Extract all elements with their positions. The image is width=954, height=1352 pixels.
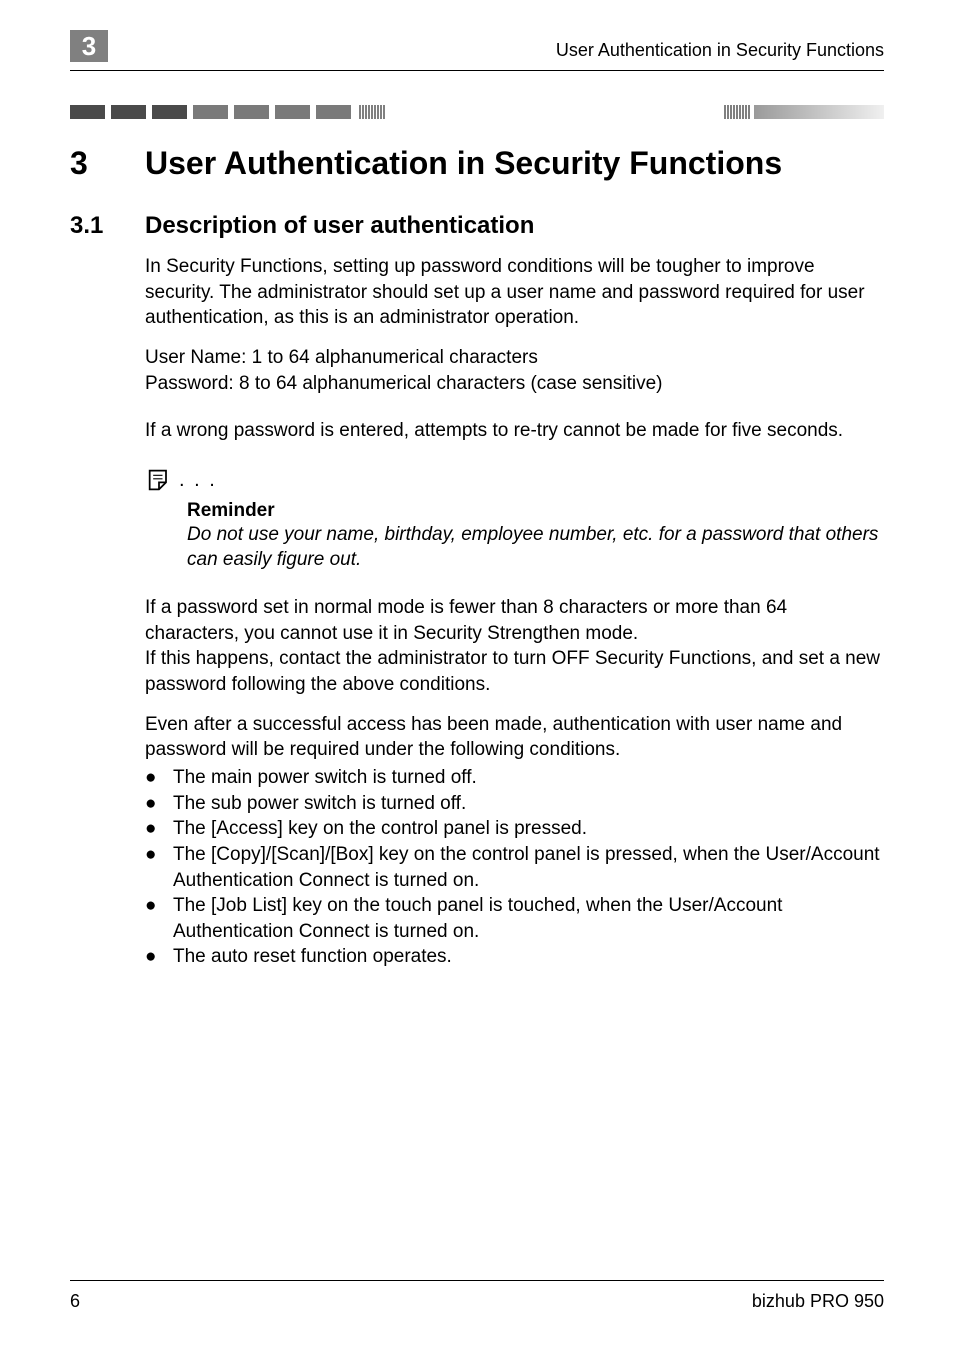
- bar-segment: [316, 105, 351, 119]
- chapter-marker-number: 3: [82, 31, 96, 62]
- list-item: ●The [Copy]/[Scan]/[Box] key on the cont…: [145, 842, 884, 893]
- bullet-list: ●The main power switch is turned off. ●T…: [70, 765, 884, 970]
- decorative-bar-right: [722, 105, 884, 119]
- chapter-title-number: 3: [70, 145, 145, 182]
- section-heading: 3.1 Description of user authentication: [70, 212, 884, 240]
- bullet-icon: ●: [145, 765, 173, 791]
- bar-segment: [70, 105, 105, 119]
- footer-rule: [70, 1280, 884, 1281]
- header-rule: [70, 70, 884, 71]
- reminder-dots: . . .: [179, 469, 217, 494]
- list-item: ●The [Job List] key on the touch panel i…: [145, 893, 884, 944]
- product-name: bizhub PRO 950: [752, 1291, 884, 1312]
- list-item-text: The sub power switch is turned off.: [173, 791, 466, 817]
- list-item: ●The auto reset function operates.: [145, 944, 884, 970]
- list-item-text: The [Copy]/[Scan]/[Box] key on the contr…: [173, 842, 884, 893]
- bar-segment: [234, 105, 269, 119]
- note-icon: [145, 466, 173, 494]
- page-number: 6: [70, 1291, 80, 1312]
- bar-gradient: [754, 105, 884, 119]
- running-header: User Authentication in Security Function…: [556, 40, 884, 61]
- section-title: Description of user authentication: [145, 212, 534, 240]
- bar-segment: [275, 105, 310, 119]
- list-item: ●The [Access] key on the control panel i…: [145, 816, 884, 842]
- decorative-bar-left: [70, 105, 385, 119]
- list-item: ●The sub power switch is turned off.: [145, 791, 884, 817]
- bar-barcode: [724, 105, 750, 119]
- chapter-title-text: User Authentication in Security Function…: [145, 145, 884, 182]
- list-item-text: The [Job List] key on the touch panel is…: [173, 893, 884, 944]
- paragraph-line: If this happens, contact the administrat…: [145, 648, 880, 695]
- reminder-label: Reminder: [145, 500, 884, 522]
- reminder-text: Do not use your name, birthday, employee…: [145, 522, 884, 573]
- paragraph-line: If a password set in normal mode is fewe…: [145, 597, 787, 644]
- page-footer: 6 bizhub PRO 950: [70, 1280, 884, 1312]
- list-item-text: The [Access] key on the control panel is…: [173, 816, 587, 842]
- paragraph: If a password set in normal mode is fewe…: [70, 595, 884, 698]
- bullet-icon: ●: [145, 791, 173, 817]
- list-item-text: The auto reset function operates.: [173, 944, 452, 970]
- paragraph-line: Password: 8 to 64 alphanumerical charact…: [145, 373, 662, 394]
- paragraph: In Security Functions, setting up passwo…: [70, 254, 884, 331]
- bar-segment: [193, 105, 228, 119]
- bar-segment: [152, 105, 187, 119]
- bar-barcode: [359, 105, 385, 119]
- section-number: 3.1: [70, 212, 145, 240]
- list-item-text: The main power switch is turned off.: [173, 765, 477, 791]
- list-item: ●The main power switch is turned off.: [145, 765, 884, 791]
- bullet-icon: ●: [145, 816, 173, 842]
- bar-segment: [111, 105, 146, 119]
- chapter-title: 3 User Authentication in Security Functi…: [70, 145, 884, 182]
- bullet-icon: ●: [145, 842, 173, 868]
- paragraph: Even after a successful access has been …: [70, 712, 884, 763]
- paragraph: If a wrong password is entered, attempts…: [70, 418, 884, 444]
- chapter-marker: 3: [70, 30, 108, 62]
- bullet-icon: ●: [145, 893, 173, 919]
- bullet-icon: ●: [145, 944, 173, 970]
- paragraph-line: User Name: 1 to 64 alphanumerical charac…: [145, 347, 538, 368]
- paragraph: User Name: 1 to 64 alphanumerical charac…: [70, 345, 884, 396]
- reminder-icon: . . .: [145, 466, 884, 494]
- reminder-block: . . . Reminder Do not use your name, bir…: [70, 466, 884, 573]
